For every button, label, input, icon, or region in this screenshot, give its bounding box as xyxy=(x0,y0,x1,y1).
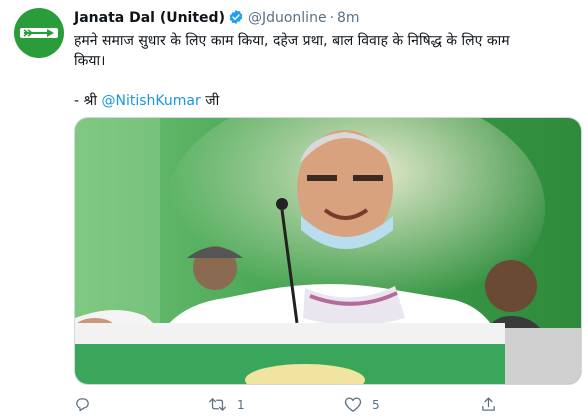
mention-link[interactable]: @NitishKumar xyxy=(102,93,201,109)
share-icon xyxy=(482,397,495,411)
verified-badge-icon xyxy=(228,9,244,31)
account-handle[interactable]: @Jduonline xyxy=(248,10,327,26)
share-button[interactable] xyxy=(480,396,497,413)
tweet-header: Janata Dal (United) @Jduonline · 8m xyxy=(74,9,360,31)
retweet-icon xyxy=(209,398,226,411)
account-name[interactable]: Janata Dal (United) xyxy=(74,10,225,26)
retweet-count: 1 xyxy=(237,397,245,412)
timestamp[interactable]: 8m xyxy=(337,10,360,26)
tweet-card[interactable]: Janata Dal (United) @Jduonline · 8m हमने सम… xyxy=(0,0,588,417)
attribution-suffix: जी xyxy=(200,93,220,109)
separator-dot: · xyxy=(329,10,335,26)
attribution-line: - श्री @NitishKumar जी xyxy=(74,91,574,111)
like-button[interactable]: 5 xyxy=(344,396,380,413)
tweet-text-line: हमने समाज सुधार के लिए काम किया, दहेज प्… xyxy=(74,33,510,49)
tweet-actions: 1 5 xyxy=(74,396,514,416)
like-count: 5 xyxy=(372,397,380,412)
tweet-text: हमने समाज सुधार के लिए काम किया, दहेज प्… xyxy=(74,31,574,111)
like-icon xyxy=(344,397,362,412)
tweet-text-line: किया। xyxy=(74,53,106,69)
avatar[interactable] xyxy=(14,8,64,58)
reply-button[interactable] xyxy=(74,396,101,413)
tweet-photo[interactable] xyxy=(74,117,582,385)
jdu-arrow-logo xyxy=(20,28,58,38)
retweet-button[interactable]: 1 xyxy=(208,396,245,413)
reply-icon xyxy=(76,398,89,412)
attribution-prefix: - श्री xyxy=(74,93,102,109)
photo-speaker-at-podium xyxy=(75,118,581,384)
